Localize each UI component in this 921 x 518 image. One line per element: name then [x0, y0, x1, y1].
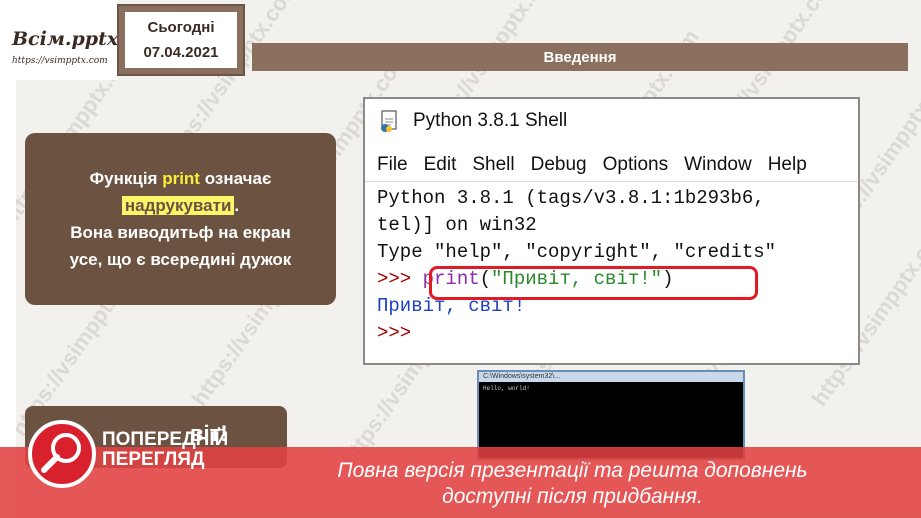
menu-options[interactable]: Options	[603, 154, 668, 176]
menu-shell[interactable]: Shell	[472, 154, 514, 176]
info-line-4: усе, що є всередині дужок	[69, 250, 292, 269]
date-value: 07.04.2021	[143, 44, 219, 61]
python-file-icon	[379, 110, 403, 132]
menu-debug[interactable]: Debug	[531, 154, 587, 176]
slide-title: Введення	[252, 43, 908, 71]
menu-file[interactable]: File	[377, 154, 408, 176]
preview-message: Повна версія презентації та решта доповн…	[337, 459, 808, 508]
prompt-empty: >>>	[377, 322, 412, 344]
python-shell-window: Python 3.8.1 Shell File Edit Shell Debug…	[363, 97, 860, 365]
logo-main-text: Всім.pptx	[12, 28, 119, 50]
shell-titlebar: Python 3.8.1 Shell	[365, 99, 858, 143]
console-titlebar: C:\Windows\system32\...	[479, 372, 743, 382]
prompt: >>>	[377, 268, 423, 290]
menu-help[interactable]: Help	[768, 154, 807, 176]
info-line-2: надрукувати.	[121, 192, 239, 219]
console-text: Hello, world!	[483, 385, 530, 392]
shell-title: Python 3.8.1 Shell	[413, 110, 568, 131]
highlighted-word: надрукувати	[121, 196, 235, 215]
date-label: Сьогодні	[147, 19, 215, 36]
highlight-box	[429, 266, 758, 300]
code-line-2: tel)] on win32	[377, 214, 537, 236]
info-card: Функція print означає надрукувати. Вона …	[25, 133, 336, 305]
code-line-1: Python 3.8.1 (tags/v3.8.1:1b293b6,	[377, 187, 765, 209]
info-line-3: Вона виводитьф на екран	[70, 223, 291, 242]
date-box: Сьогодні 07.04.2021	[117, 4, 245, 76]
info-line-1: Функція print означає	[89, 169, 272, 188]
preview-title: ПОПЕРЕДНІЙ ПЕРЕГЛЯД	[102, 429, 229, 470]
menu-window[interactable]: Window	[684, 154, 752, 176]
menu-edit[interactable]: Edit	[424, 154, 457, 176]
print-keyword: print	[162, 169, 200, 188]
logo-url-text: https://vsimpptx.com	[12, 56, 108, 66]
code-line-3: Type "help", "copyright", "credits"	[377, 241, 777, 263]
shell-menubar: File Edit Shell Debug Options Window Hel…	[365, 149, 858, 182]
logo: Всім.pptx https://vsimpptx.com	[0, 0, 118, 80]
magnifier-icon	[28, 420, 96, 488]
